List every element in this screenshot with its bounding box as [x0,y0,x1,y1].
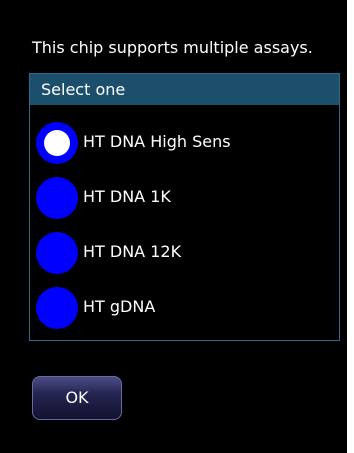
panel-title: Select one [41,80,126,99]
assay-option-ht-dna-high-sens[interactable]: HT DNA High Sens [36,122,326,166]
assay-option-ht-dna-12k[interactable]: HT DNA 12K [36,232,326,276]
radio-unselected-icon[interactable] [36,232,78,274]
panel-header: Select one [30,74,339,105]
dialog-message: This chip supports multiple assays. [32,38,313,57]
assay-option-label: HT DNA 12K [83,242,182,261]
assay-option-label: HT DNA High Sens [83,132,231,151]
assay-option-label: HT DNA 1K [83,187,171,206]
assay-option-label: HT gDNA [83,297,156,316]
assay-select-dialog: This chip supports multiple assays. Sele… [0,0,347,453]
assay-options-panel: Select one HT DNA High Sens HT DNA 1K HT… [29,73,340,341]
assay-option-ht-dna-1k[interactable]: HT DNA 1K [36,177,326,221]
ok-button[interactable]: OK [32,376,122,420]
radio-unselected-icon[interactable] [36,287,78,329]
radio-unselected-icon[interactable] [36,177,78,219]
radio-selected-icon[interactable] [36,122,78,164]
assay-option-ht-gdna[interactable]: HT gDNA [36,287,326,331]
